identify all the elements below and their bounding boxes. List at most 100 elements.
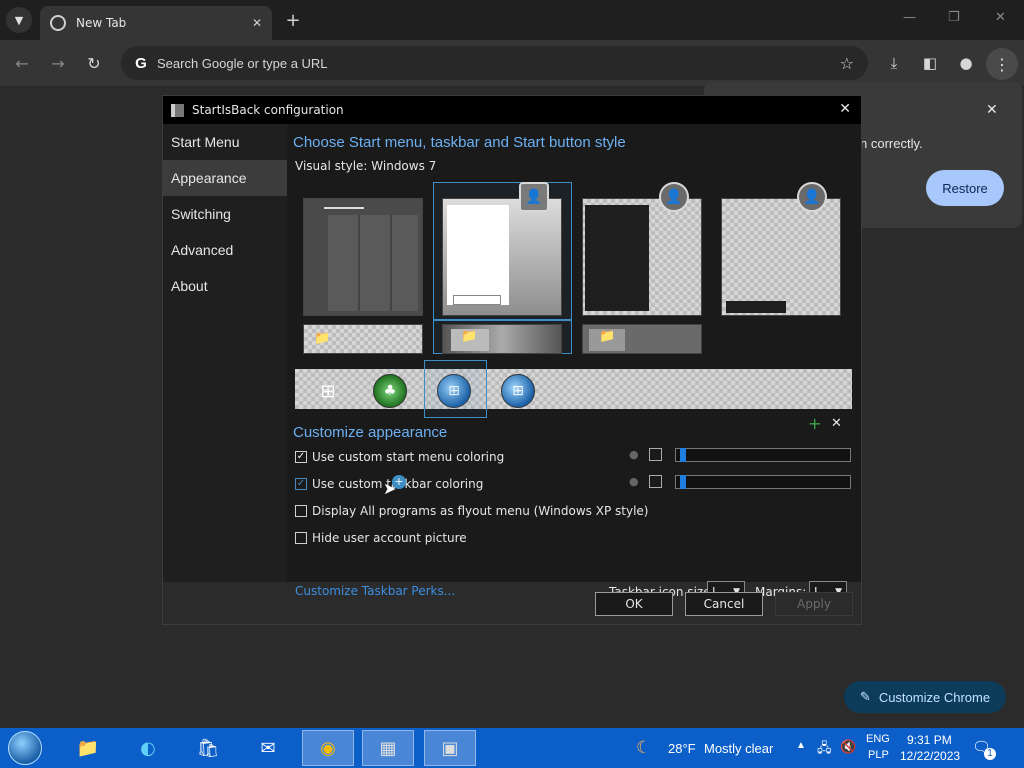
option-flyout-all-programs[interactable]: Display All programs as flyout menu (Win… (295, 504, 648, 518)
edge-icon[interactable]: ◐ (122, 730, 174, 766)
customize-perks-link[interactable]: Customize Taskbar Perks... (295, 584, 455, 598)
tray-overflow-icon[interactable]: ▲ (796, 740, 806, 751)
opacity-slider-start-menu[interactable] (675, 448, 851, 462)
cancel-button[interactable]: Cancel (685, 592, 763, 616)
restore-message: n correctly. (860, 136, 923, 151)
option-hide-user-picture[interactable]: Hide user account picture (295, 531, 467, 545)
weather-temp[interactable]: 28°F (668, 741, 696, 756)
color-swatch-start-menu[interactable] (649, 448, 662, 461)
sidebar-item-appearance[interactable]: Appearance (163, 160, 287, 196)
remove-orb-close-icon[interactable]: ✕ (831, 416, 842, 431)
style-heading: Choose Start menu, taskbar and Start but… (293, 134, 626, 151)
bookmark-star-icon[interactable]: ☆ (840, 54, 854, 73)
omnibox-placeholder: Search Google or type a URL (157, 55, 328, 71)
tab-search-chevron-icon[interactable]: ▼ (6, 7, 32, 33)
apply-button[interactable]: Apply (775, 592, 853, 616)
pencil-icon: ✎ (859, 689, 871, 704)
style-preview-metro[interactable] (721, 198, 841, 316)
clover-start-icon[interactable]: ♣ (373, 374, 407, 408)
startisback-dialog: StartIsBack configuration ✕ Start Menu A… (162, 95, 862, 625)
folder-icon: 📁 (451, 329, 489, 351)
side-panel-icon[interactable]: ◧ (919, 52, 941, 74)
forward-arrow-icon[interactable]: → (46, 51, 70, 75)
close-window-icon[interactable]: ✕ (995, 10, 1006, 25)
language-bottom[interactable]: PLP (868, 749, 889, 761)
start-button-icon[interactable] (8, 731, 42, 765)
google-g-icon: G (135, 54, 147, 72)
tab-close-icon[interactable]: ✕ (252, 16, 262, 30)
browser-toolbar: ← → ↻ G Search Google or type a URL ☆ ⤓ … (0, 40, 1024, 86)
sidebar-item-advanced[interactable]: Advanced (163, 232, 287, 268)
taskbar-preview-2[interactable]: 📁 (442, 324, 562, 354)
clock-date[interactable]: 12/22/2023 (900, 749, 960, 763)
sidebar-item-start-menu[interactable]: Start Menu (163, 124, 287, 160)
checkbox-taskbar-coloring[interactable]: ✓ (295, 478, 307, 490)
windows-vista-start-icon[interactable]: ⊞ (501, 374, 535, 408)
store-icon[interactable]: 🛍 (182, 730, 234, 766)
slider-thumb[interactable] (680, 448, 686, 462)
checkbox-start-menu-coloring[interactable]: ✓ (295, 451, 307, 463)
profile-icon[interactable]: ● (955, 52, 977, 74)
chrome-menu-kebab-icon[interactable]: ⋮ (986, 48, 1018, 80)
dialog-title: StartIsBack configuration (192, 103, 344, 117)
option-custom-start-menu-coloring[interactable]: ✓ Use custom start menu coloring (295, 450, 504, 464)
mouse-pointer-icon: ➤ (383, 479, 397, 498)
option-label: Use custom start menu coloring (312, 450, 505, 464)
checkbox-flyout-menu[interactable] (295, 505, 307, 517)
tab-new-tab[interactable]: New Tab ✕ (40, 6, 272, 40)
omnibox[interactable]: G Search Google or type a URL ☆ (121, 46, 868, 80)
startisback-taskbar-icon[interactable]: ▣ (424, 730, 476, 766)
user-picture-icon: 👤 (797, 182, 827, 212)
back-arrow-icon[interactable]: ← (10, 51, 34, 75)
customize-chrome-button[interactable]: ✎ Customize Chrome (844, 681, 1006, 713)
preview-search-box (453, 295, 501, 305)
preview-dark-pane (585, 205, 649, 311)
checkbox-hide-user-picture[interactable] (295, 532, 307, 544)
popup-close-icon[interactable]: ✕ (986, 102, 998, 118)
style-preview-windows-7[interactable] (442, 198, 562, 316)
color-drop-icon: ● (629, 448, 639, 461)
taskbar-preview-3[interactable]: 📁 (582, 324, 702, 354)
startisback-app-icon (171, 103, 184, 117)
start-button-strip: ⊞ ♣ ⊞ ⊞ (295, 369, 852, 409)
opacity-slider-taskbar[interactable] (675, 475, 851, 489)
minimize-icon[interactable]: — (903, 10, 916, 25)
preview-tiles (328, 215, 418, 311)
add-orb-plus-icon[interactable]: + (808, 414, 821, 433)
weather-desc[interactable]: Mostly clear (704, 741, 773, 756)
dialog-titlebar: StartIsBack configuration ✕ (163, 96, 861, 124)
ok-button[interactable]: OK (595, 592, 673, 616)
new-tab-plus-icon[interactable]: + (282, 9, 304, 31)
color-swatch-taskbar[interactable] (649, 475, 662, 488)
sidebar-item-switching[interactable]: Switching (163, 196, 287, 232)
clock-time[interactable]: 9:31 PM (907, 733, 952, 747)
sidebar-item-about[interactable]: About (163, 268, 287, 304)
file-explorer-icon[interactable]: 📁 (62, 730, 114, 766)
restore-window-icon[interactable]: ❐ (948, 10, 960, 25)
server-app-icon[interactable]: ▦ (362, 730, 414, 766)
folder-icon: 📁 (314, 331, 331, 346)
taskbar: 📁 ◐ 🛍 ✉ ◉ ▦ ▣ ☾ 28°F Mostly clear ▲ 🖧 🔇 … (0, 728, 1024, 768)
network-icon[interactable]: 🖧 (817, 739, 832, 761)
customize-chrome-label: Customize Chrome (878, 689, 991, 705)
weather-icon[interactable]: ☾ (636, 738, 651, 758)
reload-icon[interactable]: ↻ (82, 51, 106, 75)
chrome-favicon-icon (50, 15, 66, 31)
tab-title: New Tab (76, 16, 127, 30)
restore-button[interactable]: Restore (926, 170, 1004, 206)
dialog-close-icon[interactable]: ✕ (839, 101, 851, 117)
chrome-taskbar-icon[interactable]: ◉ (302, 730, 354, 766)
slider-thumb[interactable] (680, 475, 686, 489)
volume-muted-icon[interactable]: 🔇 (840, 739, 856, 755)
user-picture-icon: 👤 (519, 182, 549, 212)
mail-icon[interactable]: ✉ (242, 730, 294, 766)
language-top[interactable]: ENG (866, 733, 890, 745)
style-preview-windows-10[interactable] (303, 198, 423, 316)
notification-count-badge: 1 (984, 748, 996, 760)
windows-10-start-icon[interactable]: ⊞ (311, 374, 345, 408)
download-icon[interactable]: ⤓ (883, 52, 905, 74)
taskbar-preview-1[interactable]: 📁 (303, 324, 423, 354)
style-preview-plain8[interactable] (582, 198, 702, 316)
preview-search-bar (726, 301, 786, 313)
dialog-sidebar: Start Menu Appearance Switching Advanced… (163, 124, 287, 582)
